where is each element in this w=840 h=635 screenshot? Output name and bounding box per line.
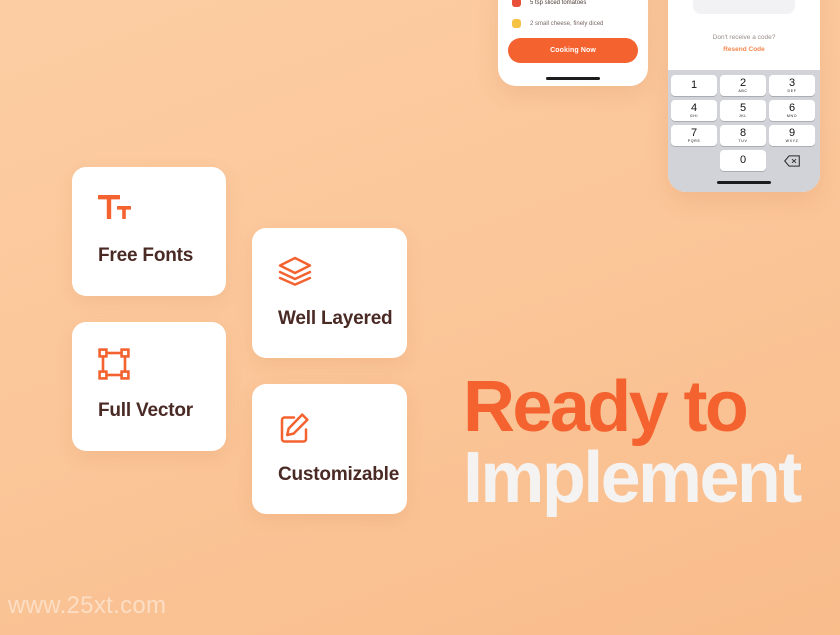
keypad-key-digit: 2 — [739, 76, 747, 89]
edit-square-icon — [278, 412, 310, 449]
headline: Ready to Implement — [463, 367, 823, 519]
feature-card-customizable[interactable]: Customizable — [252, 384, 407, 514]
keypad-key-9[interactable]: 9 WXYZ — [769, 125, 815, 146]
ingredient-label: 2 small cheese, finely diced — [530, 20, 604, 27]
keypad-key-letters: ABC — [738, 88, 748, 93]
cooking-now-button[interactable]: Cooking Now — [508, 38, 638, 63]
ingredient-row: 2 small cheese, finely diced — [512, 19, 603, 28]
poster-canvas: 5 tsp sliced tomatoes 2 small cheese, fi… — [0, 0, 840, 635]
watermark: www.25xt.com — [8, 592, 167, 619]
keypad-key-3[interactable]: 3 DEF — [769, 75, 815, 96]
keypad-key-digit: 6 — [788, 101, 796, 114]
vector-node-icon — [98, 348, 130, 385]
phone-mockup-otp: Don't receive a code? Resend Code 1 2 ABC 3… — [668, 0, 820, 192]
keypad-key-8[interactable]: 8 TUV — [720, 125, 766, 146]
feature-card-full-vector[interactable]: Full Vector — [72, 322, 226, 451]
keypad-key-letters: JKL — [739, 113, 747, 118]
keypad-key-letters: WXYZ — [785, 138, 799, 143]
keypad-key-0[interactable]: 0 — [720, 150, 766, 171]
feature-card-well-layered[interactable]: Well Layered — [252, 228, 407, 358]
feature-card-label: Well Layered — [278, 308, 393, 329]
keypad-key-7[interactable]: 7 PQRS — [671, 125, 717, 146]
keypad-key-digit: 0 — [739, 154, 747, 166]
feature-card-label: Free Fonts — [98, 245, 194, 266]
keypad-key-6[interactable]: 6 MNO — [769, 100, 815, 121]
cooking-now-label: Cooking Now — [550, 47, 596, 54]
keypad-key-digit: 3 — [788, 76, 796, 89]
keypad-key-letters: DEF — [787, 88, 797, 93]
feature-card-label: Full Vector — [98, 400, 193, 421]
keypad-key-blank — [671, 150, 717, 171]
keypad-key-letters: MNO — [786, 113, 798, 118]
phone-mockup-recipe: 5 tsp sliced tomatoes 2 small cheese, fi… — [498, 0, 648, 86]
keypad-key-digit: 1 — [690, 79, 698, 91]
keypad-key-1[interactable]: 1 — [671, 75, 717, 96]
otp-hint-label: Don't receive a code? — [712, 34, 776, 41]
keypad-delete-key[interactable] — [769, 150, 815, 171]
resend-code-link[interactable]: Resend Code — [668, 46, 820, 53]
cheese-icon — [512, 19, 521, 28]
ingredient-label: 5 tsp sliced tomatoes — [530, 0, 587, 6]
headline-line-1: Ready to — [463, 367, 749, 447]
headline-line-2: Implement — [463, 438, 802, 519]
keypad-key-digit: 8 — [739, 126, 747, 139]
feature-card-free-fonts[interactable]: Free Fonts — [72, 167, 226, 296]
keypad-key-4[interactable]: 4 GHI — [671, 100, 717, 121]
numeric-keypad: 1 2 ABC 3 DEF 4 GHI 5 JKL 6 MNO 7 PQRS 8 TUV 9 WXYZ 0 — [668, 70, 820, 192]
keypad-key-letters: PQRS — [687, 138, 701, 143]
feature-card-label: Customizable — [278, 464, 400, 485]
keypad-key-letters: GHI — [689, 113, 699, 118]
layers-icon — [278, 256, 312, 291]
keypad-key-digit: 5 — [739, 101, 747, 114]
keypad-key-5[interactable]: 5 JKL — [720, 100, 766, 121]
keypad-grid: 1 2 ABC 3 DEF 4 GHI 5 JKL 6 MNO 7 PQRS 8 TUV 9 WXYZ 0 — [671, 75, 817, 171]
tomato-icon — [512, 0, 521, 7]
keypad-key-letters: TUV — [738, 138, 748, 143]
keypad-key-digit: 9 — [788, 126, 796, 139]
keypad-key-digit: 4 — [690, 101, 698, 114]
home-indicator — [546, 77, 600, 80]
otp-code-input[interactable] — [693, 0, 795, 14]
text-size-icon — [98, 193, 134, 228]
keypad-key-2[interactable]: 2 ABC — [720, 75, 766, 96]
ingredient-row: 5 tsp sliced tomatoes — [512, 0, 586, 7]
keypad-key-digit: 7 — [690, 126, 698, 139]
home-indicator — [717, 181, 771, 184]
